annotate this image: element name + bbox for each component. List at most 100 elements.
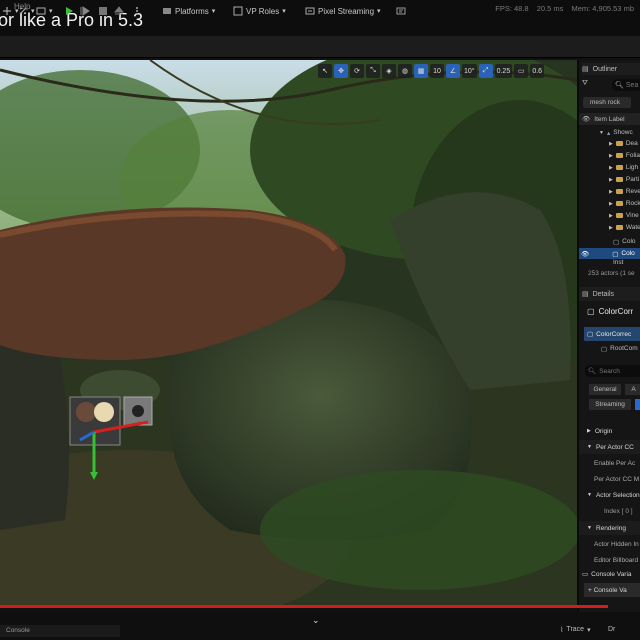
viewport-toolbar: ↖ ✥ ⟳ ⤡ ◈ ◍ ▦ 10 ∠ 10° ⤢ 0.25 ▭ 0.6 <box>318 63 558 79</box>
scale-snap-icon[interactable]: ⤢ <box>478 64 493 78</box>
folder-label: Folia <box>625 152 640 159</box>
chevron-down-icon: ▼ <box>587 492 592 498</box>
play-button[interactable] <box>64 4 74 18</box>
trace-icon: ⌇ <box>560 627 564 634</box>
details-search-input[interactable]: 🔍︎ Search <box>585 365 640 377</box>
outliner-tab-label: Outliner <box>592 65 618 73</box>
select-mode-icon[interactable]: ↖ <box>318 64 332 78</box>
outliner-tab[interactable]: ▤ Outliner <box>582 63 640 75</box>
chevron-right-icon: ▶ <box>587 428 591 434</box>
grid-snap-value[interactable]: 10 <box>430 64 444 78</box>
property-actor-hidden: Actor Hidden In <box>594 540 639 548</box>
chevron-right-icon: ▶ <box>609 152 613 159</box>
root-component-row[interactable]: ▢ RootCom <box>601 345 638 353</box>
transform-mode-icon[interactable]: ▾ <box>2 4 19 18</box>
scale-mode-icon[interactable]: ⤡ <box>366 64 380 78</box>
rotate-mode-icon[interactable]: ⟳ <box>350 64 364 78</box>
component-icon: ▢ <box>587 331 594 338</box>
folder-label: Reve <box>625 188 640 195</box>
jungle-scene-image <box>0 60 577 608</box>
chevron-right-icon: ▶ <box>609 200 613 207</box>
stop-button[interactable] <box>98 4 108 18</box>
chevron-right-icon: ▶ <box>609 188 613 195</box>
outliner-folder-row[interactable]: ▶ Rock <box>579 198 640 209</box>
platforms-menu[interactable]: Platforms ▾ <box>162 4 215 18</box>
video-progress-bar[interactable] <box>0 605 608 608</box>
section-origin[interactable]: ▶ Origin <box>579 424 640 438</box>
filter-tab-general[interactable]: General <box>589 384 621 395</box>
filter-tab-all[interactable]: A <box>625 384 640 395</box>
vp-roles-menu[interactable]: VP Roles ▾ <box>233 4 286 18</box>
section-per-actor-cc[interactable]: ▼ Per Actor CC <box>579 440 640 454</box>
rotation-snap-value[interactable]: 10° <box>462 64 477 78</box>
folder-label: Rock <box>625 200 640 207</box>
outliner-search-input[interactable]: 🔍︎ Sea <box>612 79 640 91</box>
root-label: Showc <box>613 129 633 136</box>
surface-snap-icon[interactable]: ◈ <box>382 64 396 78</box>
item-label: Colo <box>622 238 636 245</box>
folder-label: Ligh <box>625 164 639 171</box>
outliner-item-row[interactable]: Inst <box>579 259 640 266</box>
eject-button[interactable] <box>114 4 124 18</box>
folder-label: Dea <box>625 140 638 147</box>
outliner-folder-row[interactable]: ▶ Reve <box>579 186 640 197</box>
performance-stats: FPS: 48.8 20.5 ms Mem: 4,905.53 mb <box>489 4 634 13</box>
settings-icon[interactable] <box>396 4 406 18</box>
outliner-folder-row[interactable]: ▶ Vine <box>579 210 640 221</box>
section-console-variables[interactable]: ▭ Console Varia <box>579 567 640 581</box>
outliner-folder-row[interactable]: ▶ Ligh <box>579 162 640 173</box>
outliner-item-row[interactable]: ▢ Colo <box>579 236 640 247</box>
trace-menu[interactable]: ⌇ Trace ▾ <box>560 626 591 634</box>
play-options-icon[interactable] <box>132 4 142 18</box>
console-input[interactable]: Console <box>0 625 120 637</box>
level-viewport[interactable] <box>0 60 577 608</box>
filter-chip-mesh-rock[interactable]: mesh rock <box>583 97 631 108</box>
chevron-right-icon: ▶ <box>609 224 613 231</box>
outliner-item-row-selected[interactable]: 👁︎ ▢ Colo <box>579 248 640 259</box>
main-toolbar <box>0 36 640 58</box>
chevron-right-icon: ▶ <box>609 176 613 183</box>
folder-label: Vine <box>625 212 639 219</box>
outliner-folder-row[interactable]: ▶ Dea <box>579 138 640 149</box>
blueprint-icon[interactable]: ▾ <box>36 4 53 18</box>
add-console-variable-button[interactable]: + Console Va <box>584 583 640 597</box>
world-local-icon[interactable]: ◍ <box>398 64 412 78</box>
actor-icon: ▢ <box>587 307 595 316</box>
chevron-down-icon: ▼ <box>587 525 592 531</box>
section-actor-selection[interactable]: ▼ Actor Selection <box>579 488 640 502</box>
filter-icon[interactable]: ⛛ <box>582 80 592 90</box>
camera-speed-icon[interactable]: ▭ <box>514 64 529 78</box>
outliner-column-header[interactable]: 👁︎ Item Label <box>579 113 640 125</box>
outliner-folder-row[interactable]: ▶ Folia <box>579 150 640 161</box>
grid-snap-icon[interactable]: ▦ <box>414 64 428 78</box>
vp-roles-label: VP Roles <box>246 6 280 16</box>
outliner-icon: ▤ <box>582 66 589 73</box>
chevron-down-icon: ▼ <box>587 444 592 450</box>
details-tab-label: Details <box>592 290 615 298</box>
chevron-down-icon[interactable]: ⌄ <box>312 615 320 626</box>
outliner-folder-row[interactable]: ▶ Parti <box>579 174 640 185</box>
translate-mode-icon[interactable]: ✥ <box>334 64 348 78</box>
derived-data-label[interactable]: Dr <box>608 626 615 633</box>
outliner-folder-row[interactable]: ▶ Wate <box>579 222 640 233</box>
section-rendering[interactable]: ▼ Rendering <box>579 521 640 535</box>
details-icon: ▤ <box>582 291 589 298</box>
chevron-right-icon: ▶ <box>609 212 613 219</box>
component-row-selected[interactable]: ▢ ColorCorrec <box>584 327 640 341</box>
snap-tools-icon[interactable]: ▾ <box>18 4 35 18</box>
pixel-streaming-menu[interactable]: Pixel Streaming ▾ <box>305 4 381 18</box>
filter-tab-streaming[interactable]: Streaming <box>589 399 631 410</box>
camera-speed-value[interactable]: 0.6 <box>530 64 545 78</box>
advance-frame-button[interactable] <box>80 4 90 18</box>
scale-snap-value[interactable]: 0.25 <box>494 64 513 78</box>
actor-name-label: ColorCorr <box>598 307 634 316</box>
filter-tab-active[interactable] <box>635 399 640 410</box>
folder-icon <box>615 189 623 194</box>
details-tab[interactable]: ▤ Details <box>579 287 640 301</box>
folder-icon <box>615 141 623 146</box>
outliner-root-row[interactable]: ▼ ▴ Showc <box>579 127 640 138</box>
pixel-streaming-label: Pixel Streaming <box>318 6 375 16</box>
folder-icon <box>615 153 623 158</box>
rotation-snap-icon[interactable]: ∠ <box>446 64 460 78</box>
folder-icon <box>615 177 623 182</box>
